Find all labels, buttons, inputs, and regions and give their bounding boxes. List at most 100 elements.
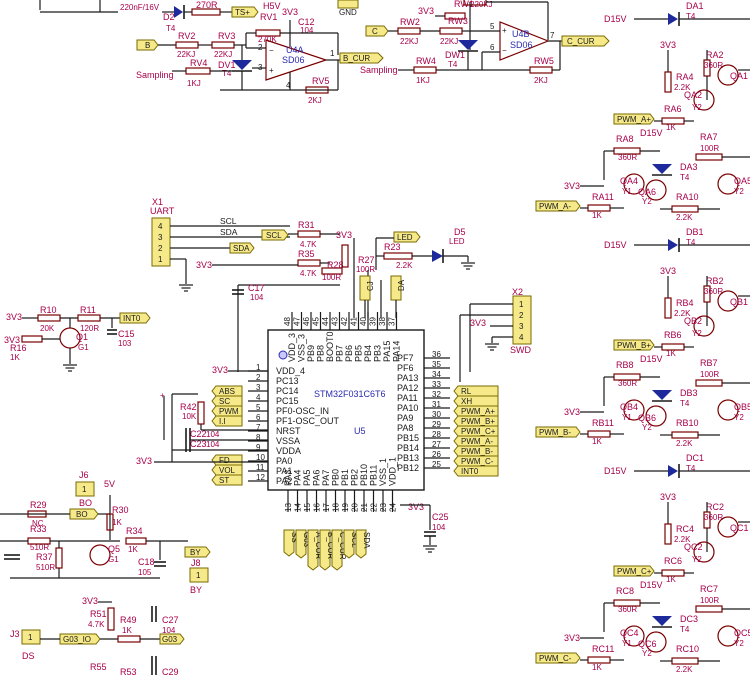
d15v-label-2: D15V: [640, 128, 663, 138]
rv4-ref: RV4: [190, 58, 207, 68]
mcu-pin-num: 19: [341, 503, 350, 512]
svg-text:2: 2: [519, 311, 524, 320]
ra10-val: 2.2K: [676, 665, 693, 674]
gnd-label: GND: [339, 8, 357, 17]
svg-text:PWM: PWM: [219, 407, 239, 416]
ra2-ref: RA2: [706, 50, 724, 60]
qa4-ref: QB4: [620, 402, 638, 412]
qa4-val: Y1: [622, 187, 632, 196]
svg-text:G03: G03: [162, 635, 178, 644]
svg-text:PWM_B-: PWM_B-: [461, 447, 493, 456]
c15-ref: C15: [118, 329, 135, 339]
mcu-pin-name: PF6: [397, 363, 414, 373]
svg-text:1: 1: [158, 255, 163, 264]
bootstrap-diode-val: T4: [686, 238, 696, 247]
j6-bo-label: BO: [79, 498, 92, 508]
net-flag-vol: VOL: [211, 464, 243, 476]
r31-ref: R31: [298, 220, 315, 230]
ra6-ref: RC6: [664, 556, 682, 566]
mcu-pin-name: PB3: [373, 345, 383, 362]
mcu-pin-name: PC13: [276, 376, 299, 386]
mcu-pin-num: 35: [432, 360, 441, 369]
mcu-pin-num: 33: [432, 380, 441, 389]
scl-net-label: SCL: [220, 216, 237, 226]
ra7-ref: RA7: [700, 132, 718, 142]
mcu-pin-num: 25: [432, 460, 441, 469]
b-input-flag: B: [136, 39, 159, 51]
svg-text:2: 2: [158, 244, 163, 253]
qa4-val: Y1: [622, 413, 632, 422]
r31-val: 4.7K: [300, 240, 317, 249]
net-flag-i-i: I.I: [211, 415, 243, 427]
mcu-pin-num: 14: [294, 503, 303, 512]
r49-ref: R49: [120, 615, 137, 625]
mcu-pin-num: 23: [379, 503, 388, 512]
mcu-pin-num: 20: [351, 503, 360, 512]
mcu-pin-num: 46: [302, 317, 311, 326]
mcu-pin-name: PA6: [312, 470, 322, 486]
supply-3v3-lo: 3V3: [564, 633, 580, 643]
supply-3v3-c25: 3V3: [408, 502, 424, 512]
svg-text:PWM_C-: PWM_C-: [461, 457, 494, 466]
ra8-ref: RA8: [616, 134, 634, 144]
r270-label: 270R: [196, 0, 218, 10]
bootstrap-diode-icon: [668, 239, 678, 251]
svg-text:ST: ST: [219, 476, 229, 485]
mcu-pin-num: 2: [256, 373, 261, 382]
rw3-val: 22KJ: [440, 37, 458, 46]
mcu-pin-name: PC14: [276, 386, 299, 396]
net-flag-st: ST: [211, 474, 243, 486]
ts-plus-flag: TS+: [231, 6, 259, 18]
c18-ref: C18: [138, 557, 155, 567]
mcu-pin-name: VDD_1: [388, 457, 398, 486]
supply-3v3-pullup: 3V3: [336, 230, 352, 240]
qa5-val: Y2: [734, 413, 744, 422]
mcu-pin-num: 8: [256, 433, 261, 442]
j3-ref: J3: [10, 629, 20, 639]
c18-val: 105: [138, 568, 152, 577]
dw1-ref: DW1: [445, 50, 465, 60]
mcu-pin-name: PB8: [316, 345, 326, 362]
svg-text:−: −: [502, 46, 507, 55]
qa6-ref: QB6: [638, 413, 656, 423]
ra4-ref: RA4: [676, 72, 694, 82]
rv5-val: 2KJ: [308, 96, 322, 105]
ra8-ref: RC8: [616, 586, 634, 596]
rv2-ref: RV2: [178, 31, 195, 41]
svg-text:PWM_C+: PWM_C+: [617, 567, 652, 576]
r10-ref: R10: [40, 305, 57, 315]
mcu-pin-num: 13: [284, 503, 293, 512]
r51-ref: R51: [90, 609, 107, 619]
net-flag-pwm-a-: PWM_A+: [453, 405, 499, 417]
mcu-pin-name: VDDA: [276, 446, 301, 456]
svg-text:LED: LED: [397, 233, 413, 242]
d15v-label: D15V: [604, 14, 627, 24]
c-cur-flag: C_CUR: [561, 35, 610, 47]
mcu-pin-name: PB13: [397, 453, 419, 463]
phase-1: D15VDA1T43V3RA42.2KRA2360RQA1QA2Y2RA61KP…: [535, 1, 750, 222]
svg-text:C_CUR: C_CUR: [567, 37, 595, 46]
mcu-pin-num: 3: [256, 383, 261, 392]
sampling-b-label: Sampling: [360, 65, 398, 75]
bo-flag: BO: [69, 508, 99, 520]
supply-3v3-mcu: 3V3: [212, 365, 228, 375]
svg-text:PWM_B+: PWM_B+: [617, 341, 651, 350]
qa2-val: Y2: [692, 103, 702, 112]
r53-ref: R53: [120, 667, 137, 675]
svg-text:C: C: [372, 27, 378, 36]
ra11-ref: RB11: [592, 418, 614, 428]
rv5-ref: RV5: [312, 76, 329, 86]
mcu-pin-name: PA14: [392, 341, 402, 362]
mcu-pin-num: 39: [369, 317, 378, 326]
mcu-pin-num: 37: [388, 317, 397, 326]
rw5-ref: RW5: [534, 56, 554, 66]
ra7-val: 100R: [700, 596, 719, 605]
da3-val: T4: [680, 173, 690, 182]
c17-val: 104: [250, 293, 264, 302]
qa5-val: Y2: [734, 187, 744, 196]
phase-2: D15VDB1T43V3RB42.2KRB2360RQB1QB2Y2RB61KP…: [535, 227, 750, 448]
svg-text:+: +: [269, 66, 274, 75]
b-cur-flag: B_CUR: [339, 52, 384, 64]
mcu-pin-num: 16: [313, 503, 322, 512]
mcu-pin-num: 17: [322, 503, 331, 512]
